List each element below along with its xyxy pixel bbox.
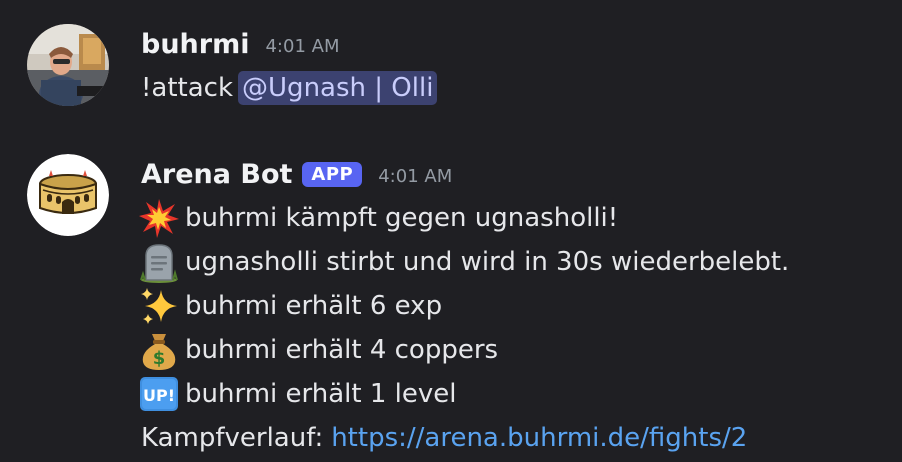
fight-log-line: Kampfverlauf: https://arena.buhrmi.de/fi…: [141, 416, 882, 460]
message-content: buhrmi 4:01 AM !attack @Ugnash | Olli: [141, 22, 882, 110]
timestamp[interactable]: 4:01 AM: [265, 36, 339, 57]
fight-log-link[interactable]: https://arena.buhrmi.de/fights/2: [331, 423, 747, 453]
user-avatar[interactable]: [27, 24, 109, 106]
fight-log-label: Kampfverlauf:: [141, 423, 324, 453]
headstone-icon: [137, 240, 181, 284]
bot-avatar[interactable]: [27, 154, 109, 236]
line-text: ugnasholli stirbt und wird in 30s wieder…: [185, 247, 790, 277]
username[interactable]: buhrmi: [141, 29, 249, 60]
message-text: !attack @Ugnash | Olli: [141, 66, 882, 110]
message-header: Arena Bot APP 4:01 AM: [141, 152, 882, 196]
line-text: buhrmi erhält 4 coppers: [185, 335, 499, 365]
result-line: buhrmi kämpft gegen ugnasholli!: [139, 196, 882, 240]
result-line: ugnasholli stirbt und wird in 30s wieder…: [140, 240, 882, 284]
timestamp[interactable]: 4:01 AM: [378, 166, 452, 187]
app-badge: APP: [302, 161, 363, 187]
line-text: buhrmi erhält 1 level: [185, 379, 457, 409]
up-button-icon: UP!: [137, 372, 181, 416]
result-line: $ buhrmi erhält 4 coppers: [141, 328, 882, 372]
command-text: !attack: [141, 73, 234, 103]
collision-icon: [137, 196, 181, 240]
user-mention[interactable]: @Ugnash | Olli: [238, 71, 438, 105]
result-line: buhrmi erhält 6 exp: [141, 284, 882, 328]
svg-text:UP!: UP!: [143, 386, 175, 405]
message-header: buhrmi 4:01 AM: [141, 22, 882, 66]
line-text: buhrmi erhält 6 exp: [185, 291, 443, 321]
line-text: buhrmi kämpft gegen ugnasholli!: [185, 203, 619, 233]
sparkles-icon: [137, 284, 181, 328]
result-line: UP! buhrmi erhält 1 level: [140, 372, 882, 416]
svg-text:$: $: [153, 348, 166, 369]
money-bag-icon: $: [137, 328, 181, 372]
username[interactable]: Arena Bot: [141, 159, 292, 190]
message-content: Arena Bot APP 4:01 AM buhrmi kämpft gege…: [139, 152, 882, 460]
